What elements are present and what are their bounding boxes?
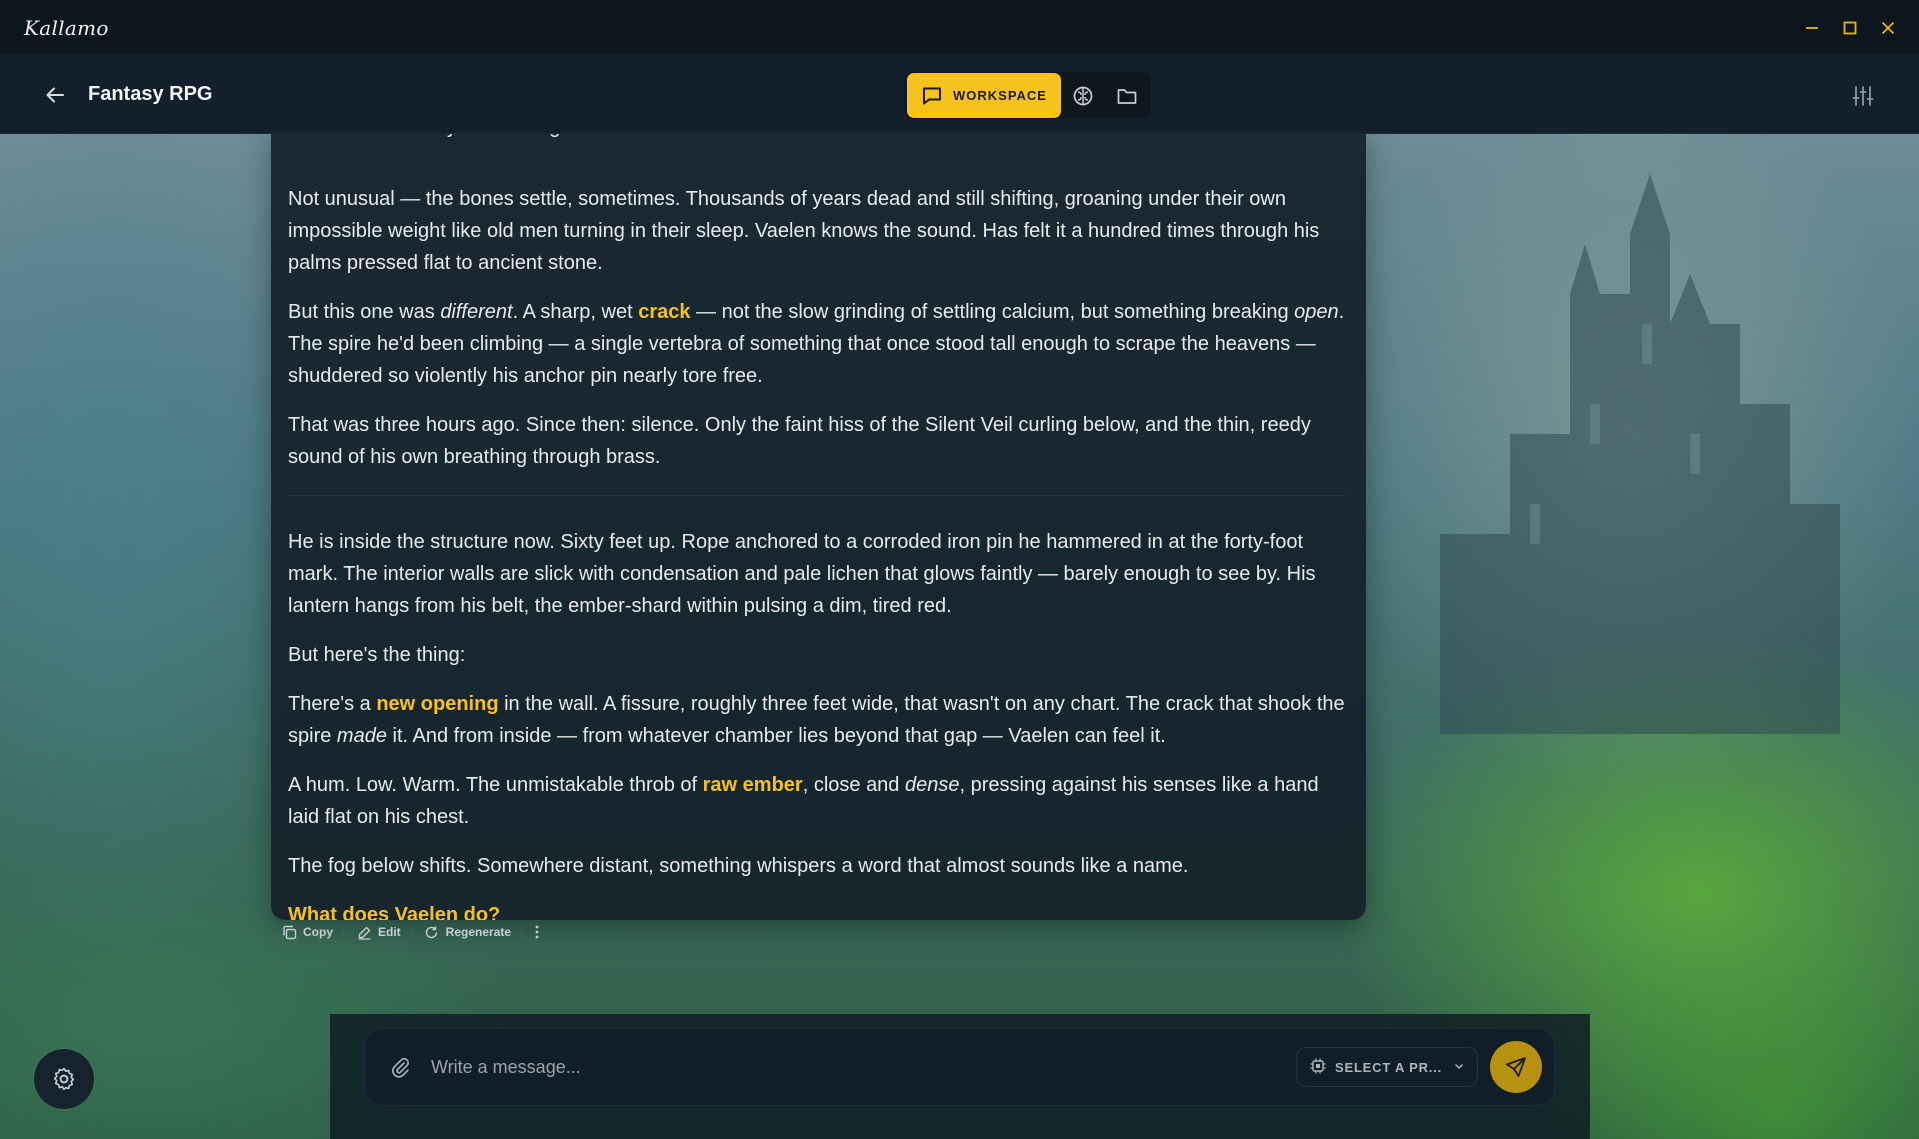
message-paragraph: A hum. Low. Warm. The unmistakable throb… bbox=[288, 774, 1319, 828]
workspace-tab[interactable]: WORKSPACE bbox=[907, 73, 1061, 118]
page-title: Fantasy RPG bbox=[88, 83, 213, 105]
background-castle-illustration bbox=[1440, 174, 1840, 734]
preset-select[interactable]: SELECT A PR... bbox=[1296, 1047, 1478, 1087]
chat-bubble-icon bbox=[923, 87, 941, 104]
folder-icon[interactable] bbox=[1105, 73, 1149, 118]
window-controls bbox=[1803, 14, 1897, 42]
workspace-label: WORKSPACE bbox=[953, 88, 1047, 103]
refresh-icon bbox=[424, 924, 440, 940]
paperclip-icon[interactable] bbox=[385, 1052, 415, 1082]
message-paragraph: That was three hours ago. Since then: si… bbox=[288, 414, 1311, 468]
chat-header: Fantasy RPG WORKSPACE bbox=[0, 56, 1919, 134]
message-paragraph: He is inside the structure now. Sixty fe… bbox=[288, 531, 1316, 617]
brain-icon[interactable] bbox=[1061, 73, 1105, 118]
more-options-icon[interactable] bbox=[534, 924, 550, 940]
preset-chip-icon bbox=[1309, 1057, 1327, 1078]
message-composer: SELECT A PR... bbox=[364, 1028, 1555, 1106]
copy-button[interactable]: Copy bbox=[281, 924, 343, 940]
chat-area: The tremor hit forty minutes ago. Not un… bbox=[0, 134, 1919, 1139]
maximize-icon[interactable] bbox=[1841, 14, 1859, 42]
preset-label: SELECT A PR... bbox=[1335, 1059, 1443, 1075]
message-paragraph: But this one was different. A sharp, wet… bbox=[288, 301, 1345, 387]
message-paragraph: There's a new opening in the wall. A fis… bbox=[288, 693, 1345, 747]
title-bar: Kallamo bbox=[0, 0, 1919, 56]
app-name: Kallamo bbox=[24, 15, 109, 40]
action-divider bbox=[410, 925, 412, 939]
edit-button[interactable]: Edit bbox=[356, 924, 411, 940]
sliders-icon[interactable] bbox=[1849, 82, 1877, 110]
message-body: The tremor hit forty minutes ago. Not un… bbox=[288, 134, 1346, 920]
message-paragraph: The fog below shifts. Somewhere distant,… bbox=[288, 855, 1189, 877]
message-paragraph: But here's the thing: bbox=[288, 644, 466, 666]
prompt-question: What does Vaelen do? bbox=[288, 904, 501, 920]
section-divider bbox=[288, 495, 1346, 496]
highlight-keyword: crack bbox=[638, 301, 691, 323]
send-button[interactable] bbox=[1490, 1041, 1542, 1093]
action-divider bbox=[343, 925, 344, 939]
message-actions: Copy Edit Regenerate bbox=[281, 924, 550, 940]
action-divider bbox=[521, 925, 523, 939]
edit-icon bbox=[356, 924, 372, 940]
mode-switch: WORKSPACE bbox=[905, 72, 1151, 119]
highlight-keyword: raw ember bbox=[702, 774, 803, 796]
message-paragraph: Not unusual — the bones settle, sometime… bbox=[288, 188, 1320, 274]
copy-icon bbox=[281, 924, 297, 940]
message-paragraph: The tremor hit forty minutes ago. bbox=[288, 134, 1346, 143]
regenerate-button[interactable]: Regenerate bbox=[424, 924, 521, 940]
settings-gear-icon[interactable] bbox=[34, 1049, 94, 1109]
assistant-message: The tremor hit forty minutes ago. Not un… bbox=[271, 134, 1366, 920]
minimize-icon[interactable] bbox=[1803, 14, 1821, 42]
chevron-down-icon bbox=[1453, 1060, 1465, 1075]
send-icon bbox=[1506, 1057, 1526, 1077]
highlight-keyword: new opening bbox=[376, 693, 499, 715]
message-input[interactable] bbox=[431, 1047, 1296, 1087]
back-arrow-icon[interactable] bbox=[42, 82, 68, 108]
close-icon[interactable] bbox=[1879, 14, 1897, 42]
